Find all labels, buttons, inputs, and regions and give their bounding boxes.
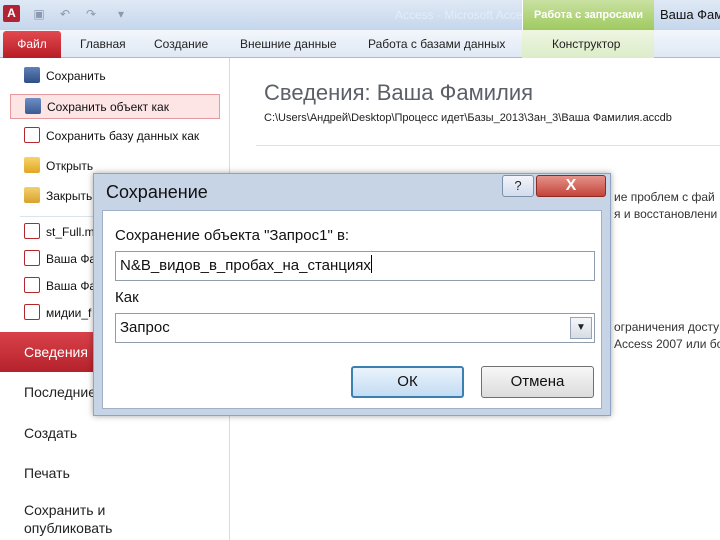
object-name-value: N&B_видов_в_пробах_на_станциях — [120, 257, 371, 274]
menu-save-database-as-label: Сохранить базу данных как — [46, 129, 200, 143]
info-text: ограничения досту — [614, 320, 720, 334]
chevron-down-icon[interactable]: ▼ — [570, 317, 592, 339]
menu-save-database-as[interactable]: Сохранить базу данных как — [10, 124, 220, 149]
info-text: я и восстановлени — [614, 207, 718, 221]
help-button[interactable]: ? — [502, 175, 534, 197]
save-database-icon — [24, 127, 40, 143]
save-as-type-select[interactable]: Запрос ▼ — [115, 313, 595, 343]
object-name-input[interactable]: N&B_видов_в_пробах_на_станциях — [115, 251, 595, 281]
nav-print[interactable]: Печать — [24, 465, 70, 481]
tab-external-data[interactable]: Внешние данные — [240, 37, 337, 51]
recent-file-label: st_Full.m — [46, 225, 95, 239]
open-folder-icon — [24, 157, 40, 173]
context-tab-query-tools: Работа с запросами — [522, 0, 654, 30]
nav-recent[interactable]: Последние — [24, 384, 96, 400]
info-text: ие проблем с фай — [614, 190, 715, 204]
page-title: Сведения: Ваша Фамилия — [264, 80, 534, 105]
window-title: Access - Microsoft Access — [395, 8, 535, 22]
ribbon-tab-bar: Файл Главная Создание Внешние данные Раб… — [0, 30, 720, 58]
menu-save-object-as-label: Сохранить объект как — [47, 100, 169, 114]
save-icon — [24, 67, 40, 83]
ok-button[interactable]: ОК — [351, 366, 464, 398]
access-file-icon — [24, 223, 40, 239]
save-prompt-label: Сохранение объекта "Запрос1" в: — [115, 227, 350, 244]
save-as-type-value: Запрос — [120, 319, 170, 336]
menu-close-label: Закрыть — [46, 189, 93, 203]
access-window: A ▣ ↶ ↷ ▾ Access - Microsoft Access Рабо… — [0, 0, 720, 540]
divider — [256, 145, 720, 146]
account-name: Ваша Фами — [660, 7, 720, 22]
dialog-body: Сохранение объекта "Запрос1" в: N&B_видо… — [102, 210, 602, 409]
save-object-icon — [25, 98, 41, 114]
menu-save-object-as[interactable]: Сохранить объект как — [10, 94, 220, 119]
recent-file-label: Ваша Фа — [46, 252, 97, 266]
redo-icon[interactable]: ↷ — [84, 7, 98, 21]
recent-file-label: мидии_f — [46, 306, 92, 320]
dialog-title: Сохранение — [106, 182, 208, 202]
tab-database-tools[interactable]: Работа с базами данных — [368, 37, 505, 51]
nav-save-publish[interactable]: Сохранить и опубликовать — [24, 501, 112, 537]
text-caret — [370, 255, 372, 273]
save-as-type-label: Как — [115, 289, 139, 306]
recent-file-label: Ваша Фа — [46, 279, 97, 293]
close-button[interactable]: X — [536, 175, 606, 197]
access-file-icon — [24, 304, 40, 320]
menu-save-label: Сохранить — [46, 69, 106, 83]
access-app-icon[interactable]: A — [3, 5, 20, 22]
access-file-icon — [24, 277, 40, 293]
nav-new[interactable]: Создать — [24, 425, 77, 441]
dropdown-icon[interactable]: ▾ — [114, 7, 128, 21]
tab-home[interactable]: Главная — [80, 37, 126, 51]
cancel-button[interactable]: Отмена — [481, 366, 594, 398]
access-file-icon — [24, 250, 40, 266]
menu-save[interactable]: Сохранить — [10, 64, 220, 89]
undo-icon[interactable]: ↶ — [58, 7, 72, 21]
close-database-icon — [24, 187, 40, 203]
file-path: C:\Users\Андрей\Desktop\Процесс идет\Баз… — [264, 112, 672, 124]
title-bar: A ▣ ↶ ↷ ▾ Access - Microsoft Access Рабо… — [0, 0, 720, 30]
save-as-dialog: Сохранение ? X Сохранение объекта "Запро… — [93, 173, 611, 416]
menu-open-label: Открыть — [46, 159, 94, 173]
save-icon[interactable]: ▣ — [32, 7, 46, 21]
tab-create[interactable]: Создание — [154, 37, 208, 51]
tab-file[interactable]: Файл — [3, 31, 61, 58]
info-text: Access 2007 или бо — [614, 337, 720, 351]
tab-design[interactable]: Конструктор — [552, 37, 620, 51]
